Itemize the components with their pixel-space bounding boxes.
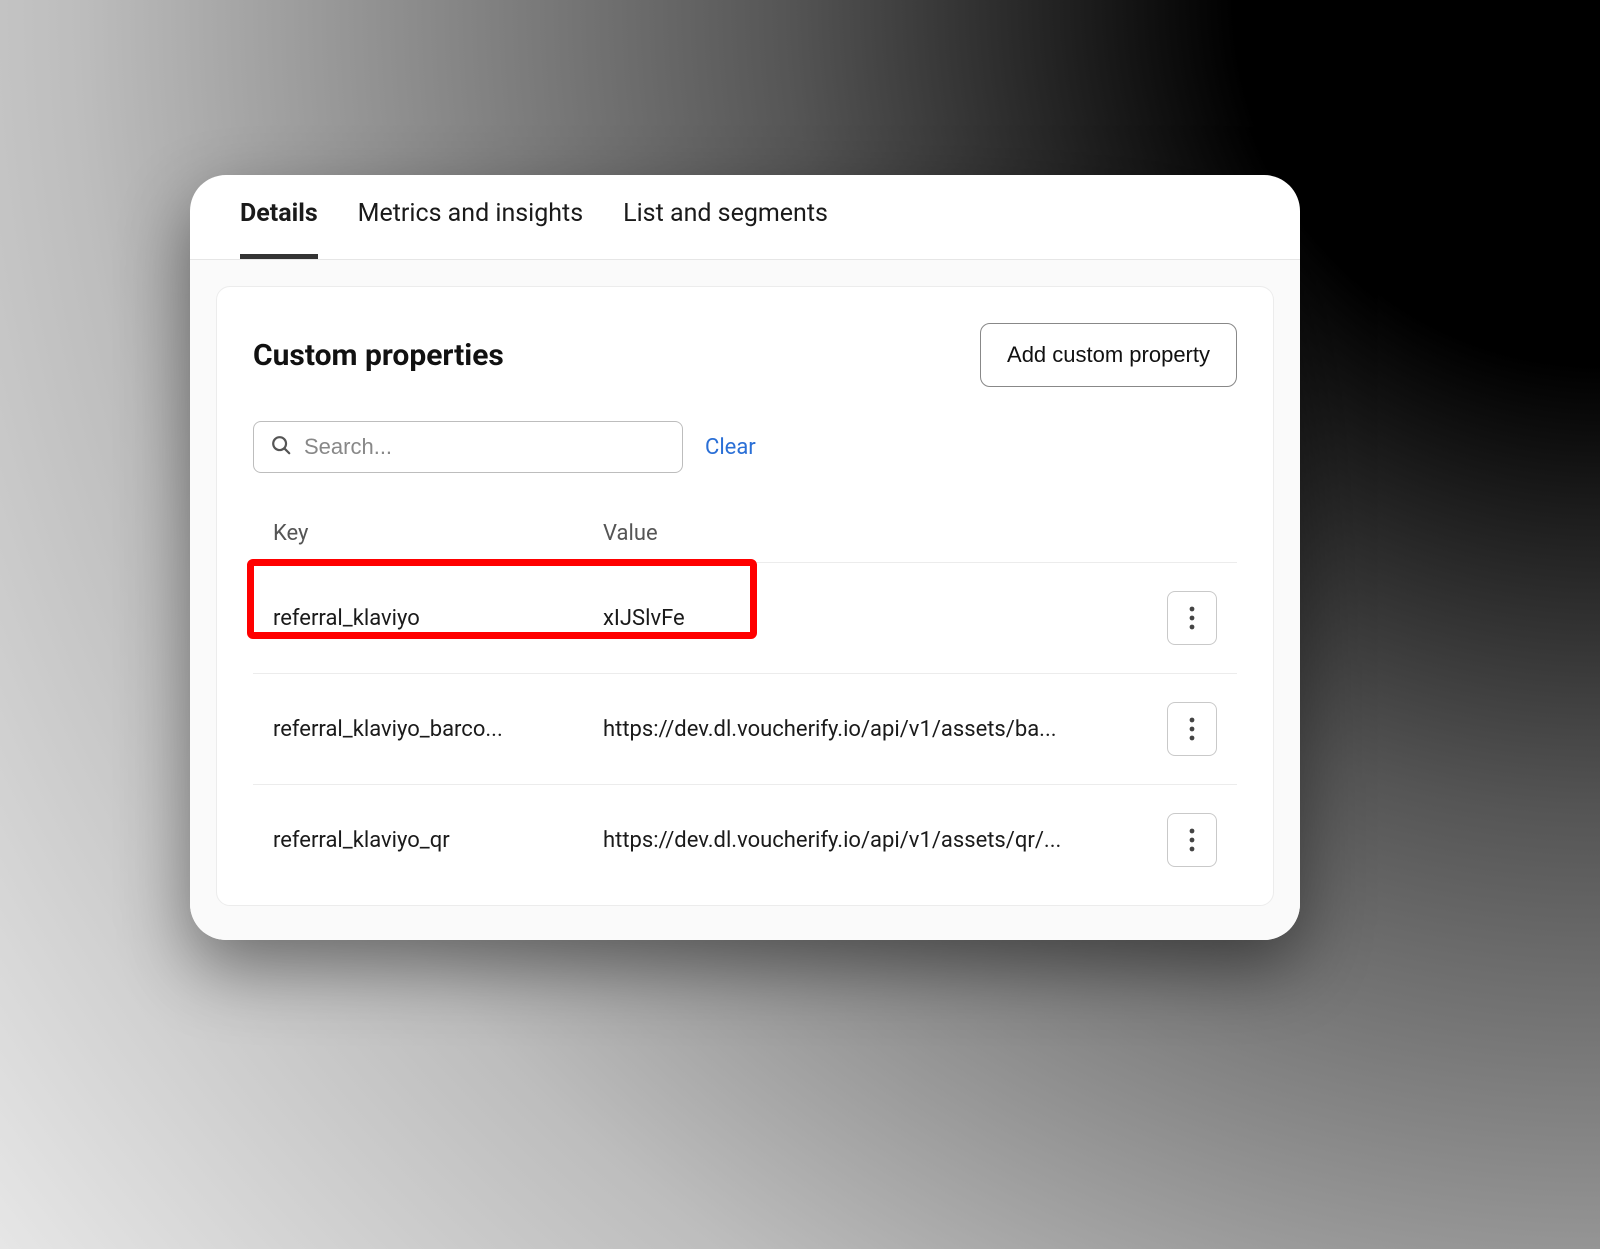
cell-key: referral_klaviyo_barco... [273,717,603,742]
cell-key: referral_klaviyo_qr [273,828,603,853]
cell-value: https://dev.dl.voucherify.io/api/v1/asse… [603,828,1147,853]
cell-value: xIJSlvFe [603,606,1147,631]
search-input[interactable] [304,434,666,460]
tabs: Details Metrics and insights List and se… [190,175,1300,260]
add-custom-property-button[interactable]: Add custom property [980,323,1237,387]
search-row: Clear [253,421,1237,473]
properties-table: Key Value referral_klaviyo xIJSlvFe [253,507,1237,895]
table-row: referral_klaviyo xIJSlvFe [253,563,1237,674]
table-row: referral_klaviyo_qr https://dev.dl.vouch… [253,785,1237,895]
panel-title: Custom properties [253,338,504,373]
row-actions-button[interactable] [1167,702,1217,756]
column-header-value: Value [603,521,1147,546]
table-row: referral_klaviyo_barco... https://dev.dl… [253,674,1237,785]
tab-details[interactable]: Details [240,199,318,259]
kebab-icon [1189,606,1195,630]
custom-properties-panel: Custom properties Add custom property Cl… [216,286,1274,906]
clear-search-link[interactable]: Clear [705,435,756,460]
tab-metrics-insights[interactable]: Metrics and insights [358,199,583,259]
table-header: Key Value [253,507,1237,563]
cell-actions [1147,702,1217,756]
window: Details Metrics and insights List and se… [190,175,1300,940]
cell-actions [1147,813,1217,867]
panel-container: Custom properties Add custom property Cl… [190,260,1300,940]
cell-value: https://dev.dl.voucherify.io/api/v1/asse… [603,717,1147,742]
tab-list-segments[interactable]: List and segments [623,199,828,259]
panel-header: Custom properties Add custom property [253,323,1237,387]
kebab-icon [1189,828,1195,852]
cell-actions [1147,591,1217,645]
search-icon [270,434,292,460]
column-header-key: Key [273,521,603,546]
row-actions-button[interactable] [1167,591,1217,645]
row-actions-button[interactable] [1167,813,1217,867]
cell-key: referral_klaviyo [273,606,603,631]
kebab-icon [1189,717,1195,741]
search-box[interactable] [253,421,683,473]
